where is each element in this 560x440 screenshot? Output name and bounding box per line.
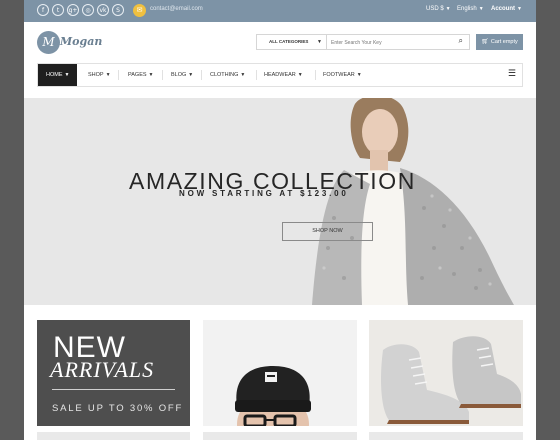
nav-item-blog[interactable]: BLOG ▼ xyxy=(171,64,193,86)
nav-item-pages[interactable]: PAGES ▼ xyxy=(128,64,154,86)
language-selector[interactable]: English ▼ xyxy=(457,6,484,12)
hero-model-image xyxy=(312,98,514,305)
banner-divider xyxy=(52,389,175,390)
nav-item-headwear[interactable]: HEADWEAR ▼ xyxy=(264,64,303,86)
page: f t g+ ◎ vk S ✉ contact@email.com USD $ ▼… xyxy=(24,0,536,440)
top-bar: f t g+ ◎ vk S ✉ contact@email.com USD $ ▼… xyxy=(24,0,536,22)
chevron-down-icon: ▼ xyxy=(148,72,154,78)
shop-now-button[interactable]: SHOP NOW xyxy=(282,222,373,241)
nav-item-label: HEADWEAR xyxy=(264,72,296,78)
nav-item-label: SHOP xyxy=(88,72,104,78)
chevron-down-icon: ▼ xyxy=(478,6,484,12)
currency-selector[interactable]: USD $ ▼ xyxy=(426,6,451,12)
next-row-card xyxy=(369,432,523,440)
nav-item-label: CLOTHING xyxy=(210,72,239,78)
nav-divider xyxy=(118,70,119,80)
chevron-down-icon: ▼ xyxy=(297,72,303,78)
nav-item-footwear[interactable]: FOOTWEAR ▼ xyxy=(323,64,362,86)
mail-icon: ✉ xyxy=(133,4,146,17)
boots-image xyxy=(381,336,521,424)
cart-label: Cart empty xyxy=(490,39,518,45)
headwear-banner[interactable] xyxy=(203,320,357,426)
nav-item-home[interactable]: HOME ▼ xyxy=(38,64,78,86)
chevron-down-icon: ▼ xyxy=(445,6,451,12)
nav-item-label: FOOTWEAR xyxy=(323,72,355,78)
nav-item-clothing[interactable]: CLOTHING ▼ xyxy=(210,64,245,86)
chevron-down-icon: ▼ xyxy=(317,39,322,45)
language-label: English xyxy=(457,6,477,12)
chevron-down-icon: ▼ xyxy=(240,72,246,78)
banner-heading-arrivals: ARRIVALS xyxy=(50,357,155,382)
chevron-down-icon: ▼ xyxy=(64,72,70,78)
dribbble-icon[interactable]: ◎ xyxy=(82,4,94,16)
search-icon[interactable]: ⌕ xyxy=(459,36,463,46)
nav-divider xyxy=(201,70,202,80)
beanie-model-image xyxy=(235,366,311,426)
search-input[interactable] xyxy=(329,36,451,50)
main-nav: HOME ▼ SHOP ▼ PAGES ▼ BLOG ▼ CLOTHING ▼ HEADW… xyxy=(37,63,523,87)
contact-email[interactable]: contact@email.com xyxy=(150,6,203,12)
nav-item-label: HOME xyxy=(46,72,63,78)
hero-slider: AMAZING COLLECTION NOW STARTING AT $123.… xyxy=(24,98,536,305)
twitter-icon[interactable]: t xyxy=(52,4,64,16)
search-bar: ALL CATEGORIES ▼ ⌕ xyxy=(256,34,470,50)
logo-text[interactable]: Mogan xyxy=(60,35,102,48)
nav-divider xyxy=(256,70,257,80)
footwear-banner[interactable] xyxy=(369,320,523,426)
banner-sale-text: SALE UP TO 30% OFF xyxy=(52,403,184,414)
nav-item-shop[interactable]: SHOP ▼ xyxy=(88,64,111,86)
social-links: f t g+ ◎ vk S xyxy=(37,4,124,16)
vk-icon[interactable]: vk xyxy=(97,4,109,16)
category-select-label: ALL CATEGORIES xyxy=(269,39,309,44)
new-arrivals-banner[interactable]: NEW ARRIVALS SALE UP TO 30% OFF xyxy=(37,320,190,426)
hero-subtitle: NOW STARTING AT $123.00 xyxy=(179,189,349,198)
account-menu[interactable]: Account ▼ xyxy=(491,6,522,12)
cart-button[interactable]: 🛒︎ Cart empty xyxy=(476,34,523,50)
chevron-down-icon: ▼ xyxy=(105,72,111,78)
next-row-card xyxy=(37,432,190,440)
account-label: Account xyxy=(491,6,515,12)
nav-item-label: BLOG xyxy=(171,72,187,78)
menu-icon[interactable]: ☰ xyxy=(508,69,516,79)
logo-badge[interactable]: M xyxy=(37,31,60,54)
nav-item-label: PAGES xyxy=(128,72,147,78)
nav-divider xyxy=(162,70,163,80)
next-row-card xyxy=(203,432,357,440)
category-select[interactable]: ALL CATEGORIES ▼ xyxy=(257,35,327,49)
nav-divider xyxy=(315,70,316,80)
chevron-down-icon: ▼ xyxy=(356,72,362,78)
skype-icon[interactable]: S xyxy=(112,4,124,16)
currency-label: USD $ xyxy=(426,6,444,12)
cart-icon: 🛒︎ xyxy=(481,38,489,45)
chevron-down-icon: ▼ xyxy=(517,6,522,12)
facebook-icon[interactable]: f xyxy=(37,4,49,16)
chevron-down-icon: ▼ xyxy=(188,72,194,78)
google-plus-icon[interactable]: g+ xyxy=(67,4,79,16)
